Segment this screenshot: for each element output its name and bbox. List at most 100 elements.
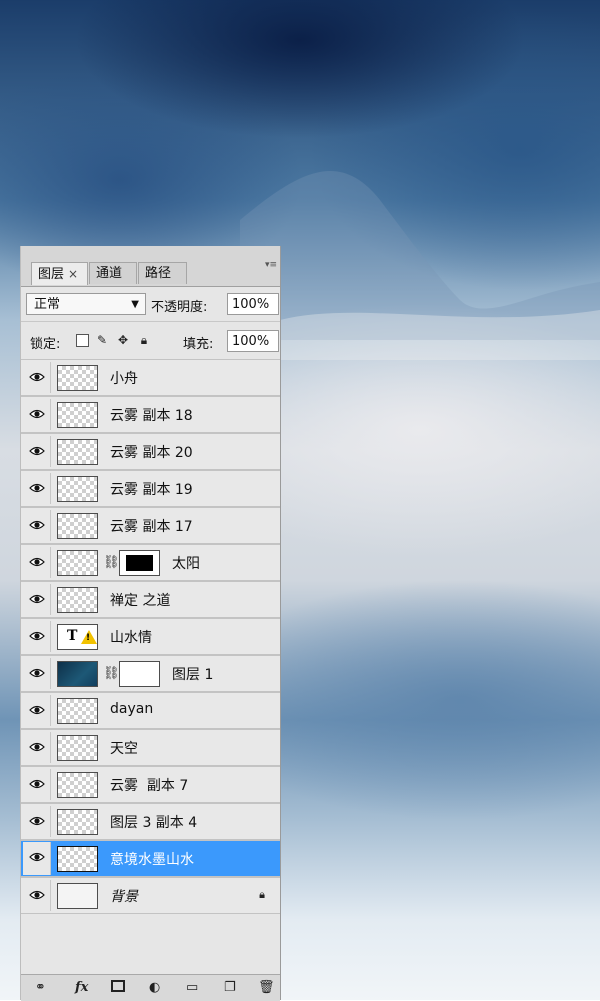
eye-icon: [29, 852, 45, 862]
eye-icon: [29, 372, 45, 382]
visibility-toggle[interactable]: [23, 362, 51, 393]
lock-all-icon[interactable]: 🔒︎: [137, 333, 151, 347]
layer-name: 云雾 副本 18: [110, 408, 193, 424]
visibility-toggle[interactable]: [23, 732, 51, 763]
tab-channels[interactable]: 通道: [89, 262, 137, 284]
layer-row[interactable]: 背景 🔒︎: [21, 877, 280, 914]
layer-name: 小舟: [110, 371, 138, 387]
layer-thumbnail: [57, 661, 98, 687]
visibility-toggle[interactable]: [23, 769, 51, 800]
eye-icon: [29, 668, 45, 678]
layer-name: 意境水墨山水: [110, 852, 194, 868]
eye-icon: [29, 557, 45, 567]
chevron-down-icon: ▼: [131, 299, 139, 310]
layer-row[interactable]: 云雾 副本 18: [21, 396, 280, 433]
layer-thumbnail: [57, 846, 98, 872]
eye-icon: [29, 631, 45, 641]
trash-icon[interactable]: 🗑︎: [258, 979, 275, 997]
layer-name: 图层 1: [172, 667, 214, 683]
lock-row: 锁定: ✎ ✥ 🔒︎ 填充: 100%: [21, 324, 280, 358]
text-layer-thumbnail: T !: [57, 624, 98, 650]
chain-link-icon[interactable]: ⛓: [103, 666, 120, 681]
layer-mask-thumbnail[interactable]: [119, 550, 160, 576]
link-icon[interactable]: ⚭: [35, 979, 46, 997]
eye-icon: [29, 742, 45, 752]
layer-row[interactable]: 天空: [21, 729, 280, 766]
layer-name: 云雾 副本 20: [110, 445, 193, 461]
visibility-toggle[interactable]: [23, 399, 51, 430]
chain-link-icon[interactable]: ⛓: [103, 555, 120, 570]
panel-menu-icon[interactable]: ▾≡: [265, 260, 277, 270]
layer-name: 天空: [110, 741, 138, 757]
layer-thumbnail: [57, 439, 98, 465]
lock-move-icon[interactable]: ✥: [116, 333, 130, 347]
layer-name: 背景: [110, 889, 138, 905]
layer-row[interactable]: 云雾 副本 7: [21, 766, 280, 803]
eye-icon: [29, 890, 45, 900]
layer-name: 云雾 副本 19: [110, 482, 193, 498]
layer-row[interactable]: ⛓ 图层 1: [21, 655, 280, 692]
layer-mask-thumbnail[interactable]: [119, 661, 160, 687]
eye-icon: [29, 594, 45, 604]
folder-icon[interactable]: ▭: [186, 979, 198, 997]
adjustment-icon[interactable]: ◐: [149, 979, 160, 997]
layer-thumbnail: [57, 883, 98, 909]
visibility-toggle[interactable]: [23, 880, 51, 911]
layer-row[interactable]: 图层 3 副本 4: [21, 803, 280, 840]
lock-brush-icon[interactable]: ✎: [95, 333, 109, 347]
layer-thumbnail: [57, 587, 98, 613]
layer-row[interactable]: 云雾 副本 17: [21, 507, 280, 544]
visibility-toggle[interactable]: [23, 621, 51, 652]
blend-row: 正常 ▼ 不透明度: 100%: [21, 287, 280, 322]
blend-mode-select[interactable]: 正常 ▼: [26, 293, 146, 315]
new-layer-icon[interactable]: ❐: [224, 979, 236, 997]
tab-layers[interactable]: 图层 ×: [31, 262, 88, 285]
layer-name: 图层 3 副本 4: [110, 815, 198, 831]
visibility-toggle[interactable]: [23, 806, 51, 837]
eye-icon: [29, 816, 45, 826]
opacity-field[interactable]: 100%: [227, 293, 279, 315]
visibility-toggle[interactable]: [23, 584, 51, 615]
visibility-toggle[interactable]: [23, 658, 51, 689]
text-type-icon: T: [67, 628, 78, 644]
fill-label: 填充:: [183, 337, 214, 352]
mask-icon[interactable]: [111, 980, 125, 992]
layer-row-selected[interactable]: 意境水墨山水: [21, 840, 280, 877]
layer-row[interactable]: T ! 山水情: [21, 618, 280, 655]
layer-row[interactable]: dayan: [21, 692, 280, 729]
layer-row[interactable]: 云雾 副本 20: [21, 433, 280, 470]
eye-icon: [29, 520, 45, 530]
layer-name: 云雾 副本 7: [110, 778, 189, 794]
layer-row[interactable]: 云雾 副本 19: [21, 470, 280, 507]
lock-transparent-icon[interactable]: [76, 334, 89, 347]
layer-row[interactable]: 小舟: [21, 359, 280, 396]
fill-field[interactable]: 100%: [227, 330, 279, 352]
fx-icon[interactable]: fx: [75, 979, 88, 997]
close-icon[interactable]: ×: [68, 267, 78, 281]
layer-thumbnail: [57, 698, 98, 724]
visibility-toggle[interactable]: [23, 695, 51, 726]
eye-icon: [29, 779, 45, 789]
lock-icon: 🔒︎: [259, 888, 265, 901]
panel-tabs: 图层 × 通道 路径 ▾≡: [21, 246, 280, 287]
eye-icon: [29, 446, 45, 456]
layer-thumbnail: [57, 365, 98, 391]
eye-icon: [29, 409, 45, 419]
layer-name: 禅定 之道: [110, 593, 171, 609]
layer-thumbnail: [57, 809, 98, 835]
layer-row[interactable]: 禅定 之道: [21, 581, 280, 618]
visibility-toggle[interactable]: [23, 436, 51, 467]
layer-thumbnail: [57, 513, 98, 539]
layers-panel: 图层 × 通道 路径 ▾≡ 正常 ▼ 不透明度: 100% 锁定: ✎ ✥ 🔒︎ 填…: [20, 246, 281, 1001]
layer-name: dayan: [110, 701, 154, 717]
visibility-toggle[interactable]: [23, 510, 51, 541]
layer-thumbnail: [57, 772, 98, 798]
visibility-toggle[interactable]: [23, 842, 51, 875]
layer-row[interactable]: ⛓ 太阳: [21, 544, 280, 581]
tab-paths[interactable]: 路径: [138, 262, 187, 284]
visibility-toggle[interactable]: [23, 473, 51, 504]
layer-thumbnail: [57, 402, 98, 428]
layer-thumbnail: [57, 476, 98, 502]
lock-label: 锁定:: [30, 337, 61, 352]
visibility-toggle[interactable]: [23, 547, 51, 578]
